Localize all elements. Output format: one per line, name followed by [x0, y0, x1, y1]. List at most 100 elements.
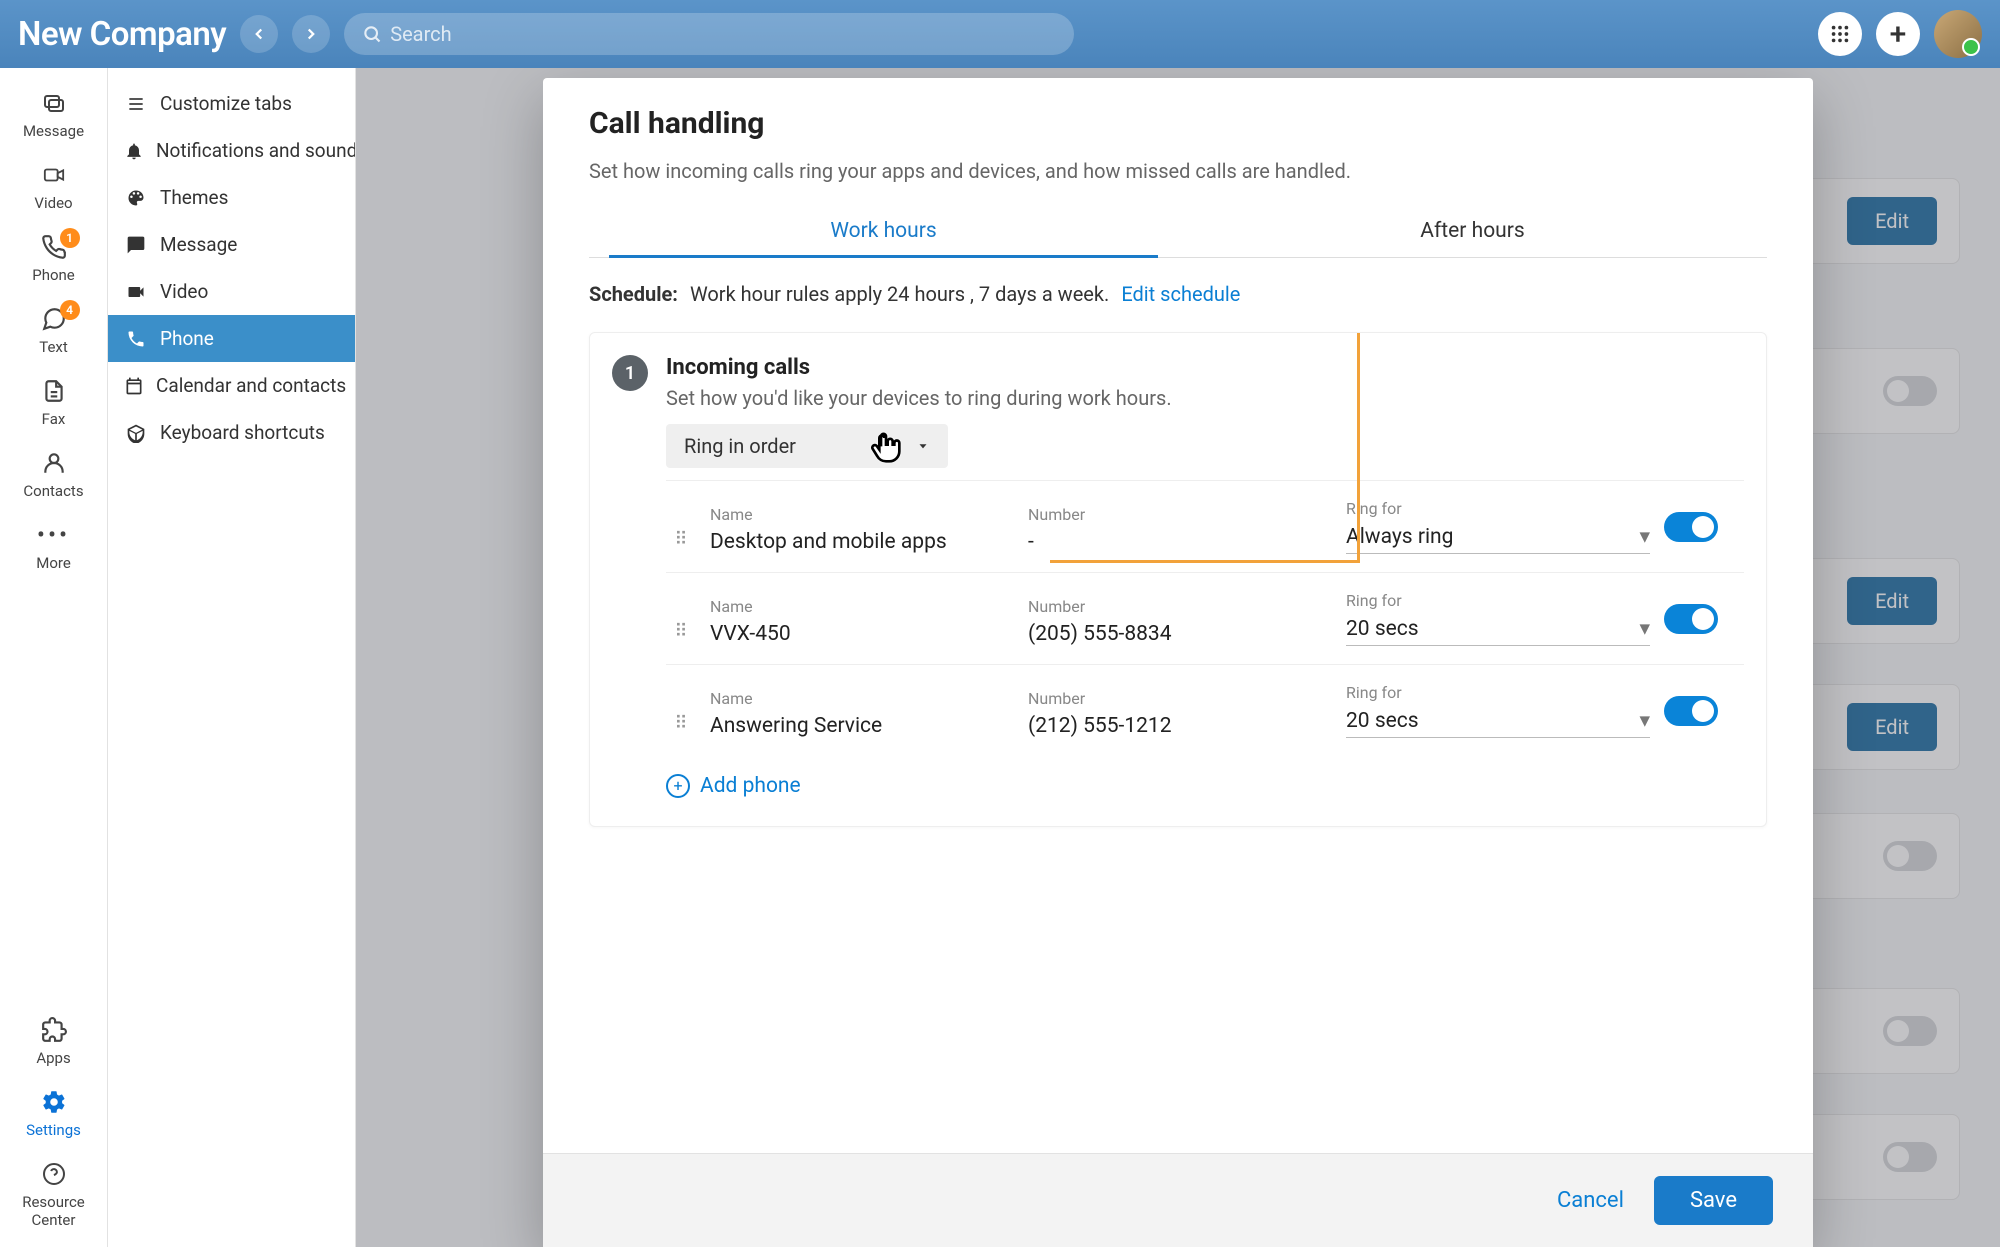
dialpad-button[interactable]: [1818, 12, 1862, 56]
device-toggle[interactable]: [1664, 512, 1718, 542]
message-settings-icon: [124, 235, 148, 255]
sidebar-video[interactable]: Video: [108, 268, 355, 315]
rail-more[interactable]: ••• More: [0, 510, 107, 582]
nav-rail: Message Video 1 Phone 4 Text: [0, 68, 108, 1247]
ring-for-select[interactable]: 20 secs ▾: [1346, 616, 1650, 646]
phone-badge: 1: [60, 228, 80, 248]
modal-subtitle: Set how incoming calls ring your apps an…: [589, 159, 1767, 183]
chevron-down-icon: ▾: [1639, 708, 1650, 733]
drag-handle-icon[interactable]: ⠿: [666, 529, 696, 554]
chevron-down-icon: ▾: [1639, 616, 1650, 641]
save-button[interactable]: Save: [1654, 1176, 1773, 1225]
device-number: (205) 555-8834: [1028, 622, 1332, 646]
section-title: Incoming calls: [666, 355, 1172, 380]
phone-settings-icon: [124, 329, 148, 349]
text-icon: 4: [36, 304, 72, 334]
call-handling-modal: Call handling Set how incoming calls rin…: [543, 78, 1813, 1247]
nav-back-button[interactable]: [240, 15, 278, 53]
plus-icon: +: [666, 774, 690, 798]
modal-footer: Cancel Save: [543, 1153, 1813, 1247]
message-icon: [36, 88, 72, 118]
device-name: Desktop and mobile apps: [710, 530, 1014, 554]
edit-schedule-link[interactable]: Edit schedule: [1121, 282, 1240, 306]
col-ringfor: Ring for: [1346, 591, 1650, 610]
settings-sidebar: Customize tabs Notifications and sounds …: [108, 68, 356, 1247]
nav-forward-button[interactable]: [292, 15, 330, 53]
tab-after-hours[interactable]: After hours: [1178, 205, 1767, 257]
device-name: Answering Service: [710, 714, 1014, 738]
device-number: (212) 555-1212: [1028, 714, 1332, 738]
search-field[interactable]: [344, 13, 1074, 55]
bell-icon: [124, 141, 144, 161]
col-ringfor: Ring for: [1346, 683, 1650, 702]
ring-mode-select[interactable]: Ring in order: [666, 424, 948, 468]
drag-handle-icon[interactable]: ⠿: [666, 621, 696, 646]
ring-for-select[interactable]: 20 secs ▾: [1346, 708, 1650, 738]
rail-settings[interactable]: Settings: [0, 1077, 107, 1149]
rail-video[interactable]: Video: [0, 150, 107, 222]
company-name: New Company: [18, 15, 226, 54]
section-desc: Set how you'd like your devices to ring …: [666, 386, 1172, 410]
incoming-calls-section: 1 Incoming calls Set how you'd like your…: [589, 332, 1767, 827]
topbar: New Company +: [0, 0, 2000, 68]
col-name: Name: [710, 597, 1014, 616]
video-settings-icon: [124, 282, 148, 302]
phone-icon: 1: [36, 232, 72, 262]
modal-title: Call handling: [589, 106, 1767, 141]
cursor-icon: [866, 426, 906, 470]
tabs: Work hours After hours: [589, 205, 1767, 258]
apps-icon: [36, 1015, 72, 1045]
device-row: ⠿ Name Desktop and mobile apps Number -: [666, 480, 1744, 572]
device-row: ⠿ Name VVX-450 Number (205) 555-8834: [666, 572, 1744, 664]
avatar[interactable]: [1934, 10, 1982, 58]
col-ringfor: Ring for: [1346, 499, 1650, 518]
rail-message[interactable]: Message: [0, 78, 107, 150]
col-number: Number: [1028, 689, 1332, 708]
modal-overlay: Call handling Set how incoming calls rin…: [356, 68, 2000, 1247]
sidebar-message[interactable]: Message: [108, 221, 355, 268]
drag-handle-icon[interactable]: ⠿: [666, 713, 696, 738]
col-number: Number: [1028, 505, 1332, 524]
text-badge: 4: [60, 300, 80, 320]
rail-resource-center[interactable]: Resource Center: [0, 1149, 107, 1247]
device-toggle[interactable]: [1664, 604, 1718, 634]
schedule-label: Schedule:: [589, 282, 678, 306]
rail-text[interactable]: 4 Text: [0, 294, 107, 366]
device-name: VVX-450: [710, 622, 1014, 646]
sidebar-phone[interactable]: Phone: [108, 315, 355, 362]
video-icon: [36, 160, 72, 190]
schedule-text: Work hour rules apply 24 hours , 7 days …: [690, 282, 1109, 306]
sidebar-calendar[interactable]: Calendar and contacts: [108, 362, 355, 409]
rail-contacts[interactable]: Contacts: [0, 438, 107, 510]
sidebar-themes[interactable]: Themes: [108, 174, 355, 221]
cancel-button[interactable]: Cancel: [1557, 1176, 1624, 1225]
fax-icon: [36, 376, 72, 406]
palette-icon: [124, 188, 148, 208]
settings-icon: [36, 1087, 72, 1117]
modal-body[interactable]: Call handling Set how incoming calls rin…: [543, 78, 1813, 1153]
chevron-down-icon: ▾: [1639, 524, 1650, 549]
rail-fax[interactable]: Fax: [0, 366, 107, 438]
add-phone-link[interactable]: + Add phone: [666, 774, 801, 798]
sidebar-keyboard[interactable]: Keyboard shortcuts: [108, 409, 355, 456]
tab-work-hours[interactable]: Work hours: [589, 205, 1178, 257]
help-icon: [36, 1159, 72, 1189]
contacts-icon: [36, 448, 72, 478]
more-icon: •••: [36, 520, 72, 550]
search-input[interactable]: [390, 22, 1056, 46]
rail-phone[interactable]: 1 Phone: [0, 222, 107, 294]
rail-apps[interactable]: Apps: [0, 1005, 107, 1077]
main-area: Edit Edit Edit Call handling Set how inc…: [356, 68, 2000, 1247]
ring-for-select[interactable]: Always ring ▾: [1346, 524, 1650, 554]
keyboard-icon: [124, 423, 148, 443]
col-number: Number: [1028, 597, 1332, 616]
device-toggle[interactable]: [1664, 696, 1718, 726]
chevron-down-icon: [916, 439, 930, 453]
sidebar-notifications[interactable]: Notifications and sounds: [108, 127, 355, 174]
sidebar-customize-tabs[interactable]: Customize tabs: [108, 80, 355, 127]
col-name: Name: [710, 689, 1014, 708]
add-button[interactable]: +: [1876, 12, 1920, 56]
device-list: ⠿ Name Desktop and mobile apps Number -: [666, 480, 1744, 756]
step-badge: 1: [612, 355, 648, 391]
customize-icon: [124, 94, 148, 114]
